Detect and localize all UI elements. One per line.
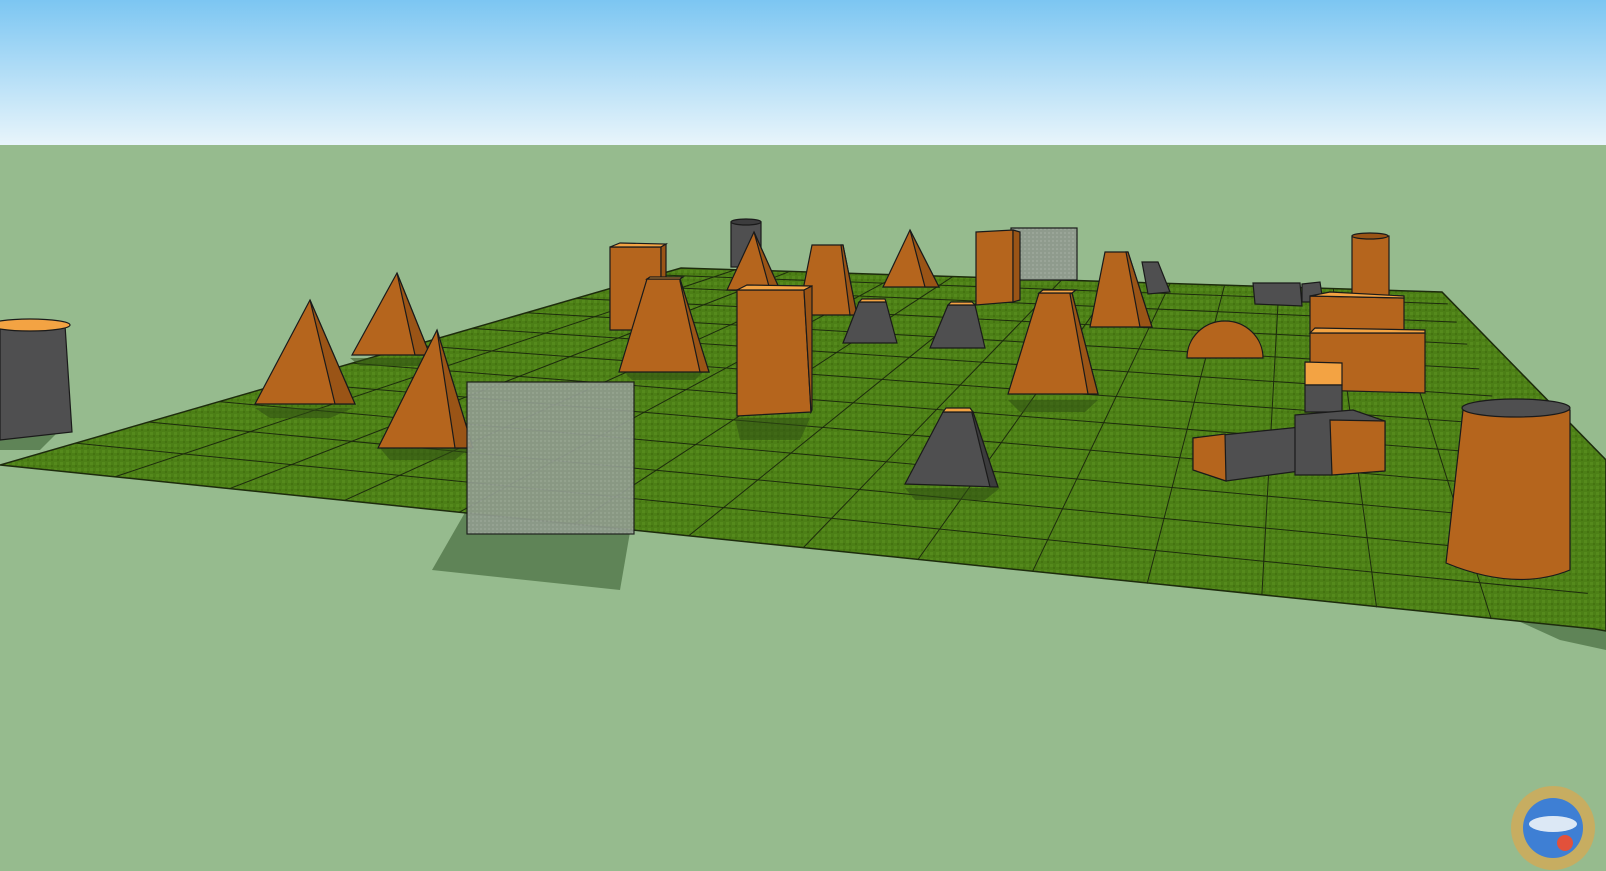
- scene-canvas: [0, 0, 1606, 871]
- 3d-viewport[interactable]: [0, 0, 1606, 871]
- sky: [0, 0, 1606, 146]
- globe-logo-icon: [1511, 786, 1595, 870]
